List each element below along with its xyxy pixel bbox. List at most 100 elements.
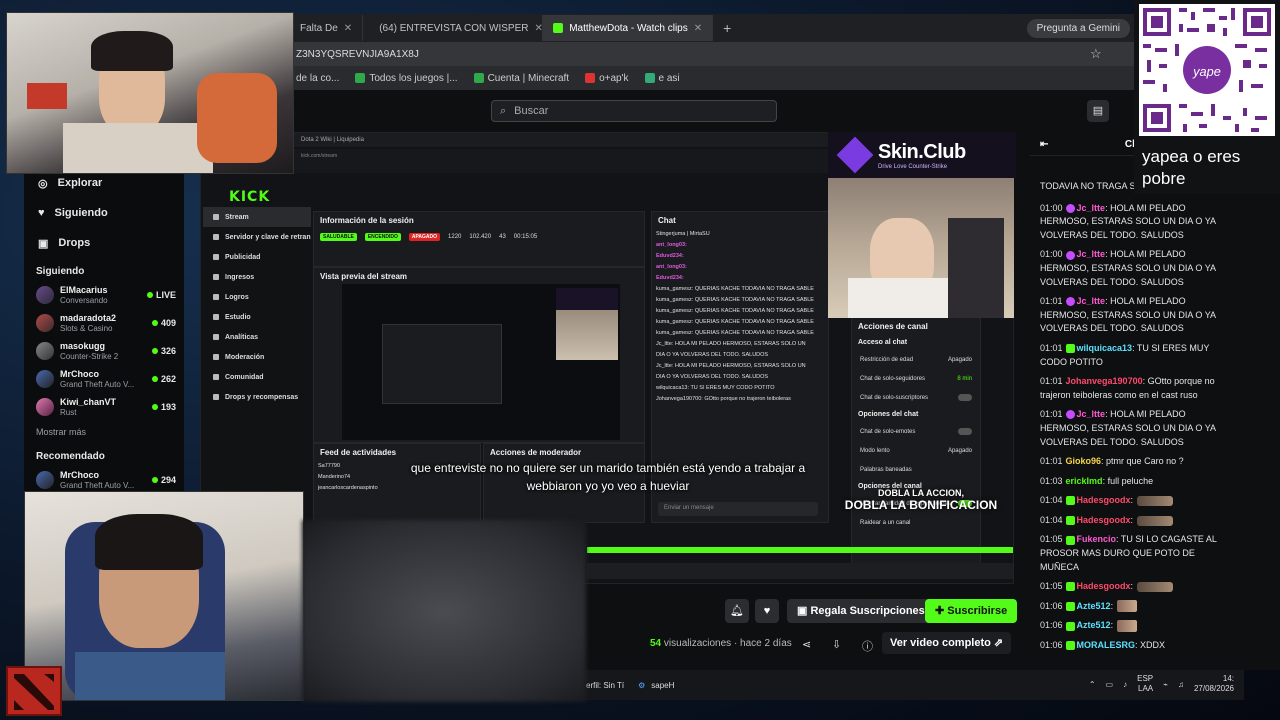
- toggle: [958, 428, 972, 435]
- chat-message: 01:05 Fukencio: TU SI LO CAGASTE AL PROSO…: [1040, 534, 1217, 572]
- chevron-up-icon[interactable]: ⌃: [1089, 680, 1096, 689]
- chat-username[interactable]: Jc_ltte: [1077, 249, 1106, 259]
- avatar: [36, 286, 54, 304]
- chat-username[interactable]: Gioko96: [1066, 456, 1102, 466]
- following-item[interactable]: masokugg Counter-Strike 2 326: [24, 337, 184, 365]
- server-icon: [213, 234, 219, 240]
- chat-message: 01:01 Johanvega190700: GOtto porque no tr…: [1040, 376, 1215, 400]
- dash-nav-item: Moderación: [203, 347, 311, 367]
- chat-username[interactable]: Hadesgoodx: [1077, 495, 1131, 505]
- emote-icon: [1137, 495, 1174, 506]
- moderator-badge-icon: [1065, 641, 1075, 651]
- steam-icon[interactable]: ⚙: [638, 681, 645, 690]
- left-sidebar: ◎ Explorar ♥ Siguiendo ▣ Drops Siguiendo El…: [24, 168, 184, 498]
- new-tab-icon[interactable]: +: [713, 20, 741, 36]
- avatar: [36, 370, 54, 388]
- volume-icon[interactable]: ♫: [1178, 680, 1184, 689]
- chat-username[interactable]: Azte512: [1077, 601, 1111, 611]
- chat-message: 01:06 Azte512:: [1030, 619, 1242, 633]
- bookmark-item[interactable]: Todos los juegos |...: [355, 73, 458, 84]
- kick-favicon-icon: [553, 23, 564, 33]
- close-tab-icon[interactable]: ✕: [694, 23, 702, 34]
- taskbar-item[interactable]: erfil: Sin Tí: [586, 681, 624, 690]
- webcam-bottom: [24, 491, 304, 701]
- promo-text-small: DOBLA LA ACCION,: [878, 488, 964, 498]
- bookmark-icon: [473, 72, 484, 83]
- close-tab-icon[interactable]: ✕: [534, 23, 542, 34]
- dash-nav-item: Servidor y clave de retran: [203, 227, 311, 247]
- chat-username[interactable]: Jc_ltte: [1077, 203, 1106, 213]
- subtitle-line-1: que entreviste no no quiere ser un marid…: [410, 461, 806, 475]
- bookmark-item[interactable]: de la co...: [296, 73, 339, 84]
- skin-club-logo-icon: [836, 136, 874, 174]
- stream-preview-panel: Vista previa del stream: [313, 267, 645, 443]
- stream-icon: [213, 214, 219, 220]
- nav-siguiendo[interactable]: ♥ Siguiendo: [24, 198, 184, 228]
- chat-username[interactable]: Jc_ltte: [1077, 296, 1106, 306]
- inner-browser-tabs: Dota 2 Wiki | Liquipedia: [201, 133, 829, 147]
- info-icon[interactable]: ⓘ: [862, 638, 873, 654]
- dash-nav-item: Logros: [203, 287, 311, 307]
- download-icon[interactable]: ⇩: [832, 638, 841, 651]
- chat-username[interactable]: MORALESRG: [1077, 640, 1136, 650]
- browser-tab-active[interactable]: MatthewDota - Watch clips ✕: [543, 15, 714, 41]
- bookmark-item[interactable]: o+ap'k: [585, 73, 629, 84]
- live-dot-icon: [151, 404, 158, 410]
- display-icon[interactable]: ▭: [1106, 680, 1114, 689]
- chat-username[interactable]: Fukencio: [1077, 534, 1117, 544]
- subscriber-badge-icon: [1065, 203, 1075, 213]
- gemini-button[interactable]: Pregunta a Gemini: [1026, 18, 1130, 38]
- network-icon[interactable]: ⌁: [1163, 680, 1168, 689]
- chat-username[interactable]: Jc_ltte: [1077, 409, 1106, 419]
- chat-username[interactable]: Azte512: [1077, 620, 1111, 630]
- streamer-webcam: [828, 178, 1014, 318]
- following-item[interactable]: MrChoco Grand Theft Auto V... 262: [24, 365, 184, 393]
- heart-icon[interactable]: ♥: [755, 599, 779, 623]
- live-dot-icon: [151, 477, 158, 483]
- url-bar[interactable]: Z3N3YQSREVNJIA9A1X8J ☆: [290, 42, 1280, 66]
- chat-username[interactable]: Johanvega190700: [1066, 376, 1143, 386]
- chat-username[interactable]: Hadesgoodx: [1077, 515, 1131, 525]
- show-more-link[interactable]: Mostrar más: [24, 421, 184, 443]
- chat-message: 01:01 Jc_ltte: HOLA MI PELADO HERMOSO, ES…: [1040, 409, 1216, 447]
- mic-icon[interactable]: ♪: [1123, 680, 1127, 689]
- nav-drops[interactable]: ▣ Drops: [24, 228, 184, 258]
- bookmark-item[interactable]: Cuenta | Minecraft: [473, 72, 569, 84]
- chat-username[interactable]: Hadesgoodx: [1077, 581, 1131, 591]
- bell-icon[interactable]: 🔔︎: [725, 599, 749, 623]
- subscribe-button[interactable]: ✚ Suscribirse: [925, 599, 1018, 623]
- chat-message: 01:06 Azte512:: [1030, 600, 1242, 614]
- following-item[interactable]: madaradota2 Slots & Casino 409: [24, 309, 184, 337]
- browser-tab-bar: Falta De ✕ (64) ENTREVISTA CON WISPER ✕ Ma…: [290, 14, 1280, 42]
- search-input[interactable]: ⌕ Buscar: [491, 100, 777, 122]
- close-tab-icon[interactable]: ✕: [344, 23, 352, 34]
- session-info-panel: Información de la sesión SALUDABLE ENCEN…: [313, 211, 645, 267]
- browser-tab[interactable]: (64) ENTREVISTA CON WISPER ✕: [363, 15, 544, 41]
- chat-username[interactable]: erickImd: [1066, 476, 1103, 486]
- studio-icon: [213, 314, 219, 320]
- mini-screen: [382, 324, 502, 404]
- bookmark-star-icon[interactable]: ☆: [1090, 46, 1102, 62]
- bookmark-item[interactable]: e asi: [644, 73, 680, 84]
- moderator-badge-icon: [1065, 535, 1075, 545]
- following-item[interactable]: Kiwi_chanVT Rust 193: [24, 393, 184, 421]
- menu-icon[interactable]: ▤: [1087, 100, 1109, 122]
- emote-icon: [1137, 515, 1174, 526]
- avatar: [36, 398, 54, 416]
- chat-username[interactable]: wilquicaca13: [1077, 343, 1133, 353]
- browser-tab[interactable]: Falta De ✕: [290, 15, 364, 41]
- inner-chat-input: Enviar un mensaje: [658, 502, 818, 516]
- following-item[interactable]: ElMacarius Conversando LIVE: [24, 281, 184, 309]
- skin-club-banner: Skin.Club Drive Love Counter-Strike: [828, 132, 1016, 178]
- share-icon[interactable]: ⋖: [802, 638, 811, 651]
- mic-shape: [27, 83, 67, 109]
- full-video-button[interactable]: Ver video completo ⇗: [882, 632, 1012, 654]
- taskbar-item[interactable]: sapeH: [651, 681, 674, 690]
- gift-subs-button[interactable]: ▣ Regala Suscripciones: [787, 599, 935, 623]
- inner-chat-panel: Chat Stingerjuma | MirtaSU ant_long03: E…: [651, 211, 829, 523]
- chat-message: 01:00 Jc_ltte: HOLA MI PELADO HERMOSO, ES…: [1040, 249, 1216, 287]
- moderator-badge-icon: [1065, 516, 1075, 525]
- collapse-chat-icon[interactable]: ⇤: [1040, 134, 1048, 156]
- emote-icon: [1117, 600, 1138, 613]
- recommended-item[interactable]: MrChoco Grand Theft Auto V... 294: [24, 466, 184, 494]
